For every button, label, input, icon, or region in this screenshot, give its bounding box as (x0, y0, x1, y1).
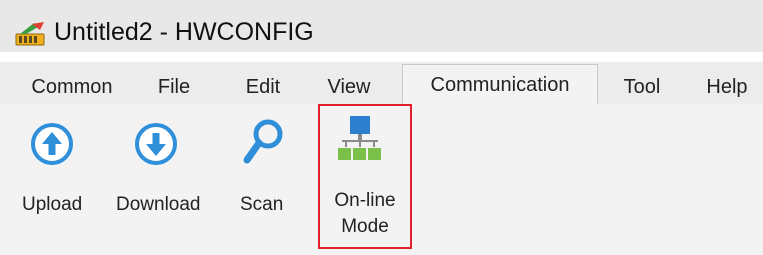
window-title: Untitled2 - HWCONFIG (54, 18, 314, 46)
download-button[interactable]: Download (112, 104, 212, 244)
online-mode-highlight-box (318, 104, 412, 249)
hwconfig-app-icon (15, 22, 45, 46)
scan-label: Scan (240, 194, 284, 215)
tab-help[interactable]: Help (700, 70, 754, 104)
scan-button[interactable]: Scan (236, 104, 296, 244)
tab-view[interactable]: View (322, 70, 376, 104)
tab-common[interactable]: Common (16, 70, 128, 104)
download-arrow-icon (135, 123, 177, 165)
tab-communication[interactable]: Communication (402, 64, 598, 104)
download-label: Download (116, 194, 201, 215)
tab-file[interactable]: File (152, 70, 196, 104)
upload-button[interactable]: Upload (20, 104, 82, 244)
tab-edit[interactable]: Edit (238, 70, 288, 104)
upload-arrow-icon (31, 123, 73, 165)
upload-label: Upload (22, 194, 83, 215)
magnifier-icon (243, 119, 283, 164)
tab-tool[interactable]: Tool (614, 70, 670, 104)
title-bar: Untitled2 - HWCONFIG (0, 0, 763, 52)
ribbon-tab-bar: Common File Edit View Communication Tool… (0, 62, 763, 105)
